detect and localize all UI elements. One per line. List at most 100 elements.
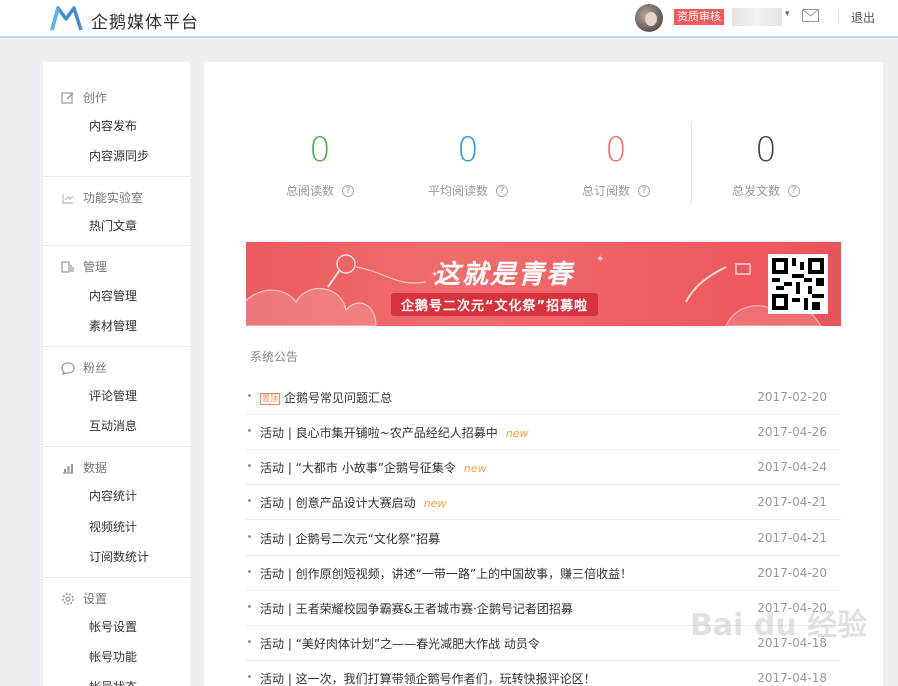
sidebar-section-create: 创作	[61, 89, 107, 106]
promo-banner[interactable]: ✦ ✦ 这就是青春 企鹅号二次元“文化祭”招募啦	[246, 242, 841, 326]
stat-value: 0	[457, 130, 479, 170]
announcement-link[interactable]: 企鹅号常见问题汇总	[284, 391, 392, 405]
sidebar-section-label: 创作	[83, 91, 108, 105]
sidebar-item-content-manage[interactable]: 内容管理	[89, 287, 137, 304]
logo-text[interactable]: 企鹅媒体平台	[91, 8, 199, 33]
sidebar: 创作 内容发布 内容源同步 功能实验室 热门文章 管理 内容管理 素材管理 粉丝…	[43, 62, 190, 686]
svg-text:✦: ✦	[596, 254, 604, 265]
stat-value: 0	[309, 130, 331, 170]
username[interactable]: ██████	[732, 8, 782, 26]
announcement-link[interactable]: 活动 | 这一次，我们打算带领企鹅号作者们，玩转快报评论区！	[260, 672, 596, 686]
sidebar-divider	[43, 176, 190, 177]
top-header: 企鹅媒体平台 资质审核 ██████ ▾ 退出	[0, 0, 898, 38]
bullet-dot	[248, 429, 251, 432]
sidebar-item-subscriber-stats[interactable]: 订阅数统计	[89, 548, 149, 565]
logout-link[interactable]: 退出	[851, 9, 875, 26]
announcement-link[interactable]: 活动 | 创意产品设计大赛启动	[260, 496, 416, 510]
announcement-text-wrap: 活动 | 创作原创短视频，讲述“一带一路”上的中国故事，赚三倍收益！	[260, 565, 632, 582]
banner-title: 这就是青春	[434, 260, 575, 290]
stat-divider	[691, 122, 692, 204]
qualification-badge[interactable]: 资质审核	[674, 9, 724, 25]
sidebar-item-hot-articles[interactable]: 热门文章	[89, 217, 137, 234]
announcement-row[interactable]: 活动 | 良心市集开铺啦~农产品经纪人招募中 new 2017-04-26	[246, 415, 841, 450]
logo-icon[interactable]	[50, 5, 83, 32]
stat-value: 0	[755, 130, 777, 170]
gear-icon	[62, 592, 74, 605]
announcement-link[interactable]: 活动 | 良心市集开铺啦~农产品经纪人招募中	[260, 426, 498, 440]
announcements-title: 系统公告	[250, 350, 299, 364]
announcement-link[interactable]: 活动 | 创作原创短视频，讲述“一带一路”上的中国故事，赚三倍收益！	[260, 567, 632, 581]
announcement-text-wrap: 活动 | 企鹅号二次元“文化祭”招募	[260, 530, 440, 547]
announcement-row[interactable]: 活动 | 企鹅号二次元“文化祭”招募 2017-04-21	[246, 521, 841, 556]
sidebar-section-settings: 设置	[61, 590, 107, 607]
announcement-date: 2017-04-26	[757, 425, 827, 439]
announcement-text-wrap: 置顶 企鹅号常见问题汇总	[260, 389, 392, 406]
lab-icon	[62, 193, 74, 204]
announcement-text-wrap: 活动 | 王者荣耀校园争霸赛&王者城市赛·企鹅号记者团招募	[260, 600, 573, 617]
bullet-dot	[248, 394, 251, 397]
announcement-date: 2017-04-21	[757, 531, 827, 545]
announcement-date: 2017-04-20	[757, 566, 827, 580]
sidebar-divider	[43, 245, 190, 246]
help-icon[interactable]: ?	[342, 184, 354, 197]
help-icon[interactable]: ?	[496, 184, 508, 197]
announcement-row[interactable]: 活动 | 创作原创短视频，讲述“一带一路”上的中国故事，赚三倍收益！ 2017-…	[246, 556, 841, 591]
qr-code	[768, 254, 828, 314]
stat-value: 0	[605, 130, 627, 170]
main-panel: 0 总阅读数 ? 0 平均阅读数 ? 0 总订阅数 ? 0 总发文数 ? ✦ ✦…	[204, 62, 883, 686]
sidebar-section-label: 功能实验室	[83, 191, 144, 205]
bullet-dot	[248, 535, 251, 538]
stat-total-reads: 0 总阅读数 ?	[250, 132, 390, 199]
sidebar-item-account-status[interactable]: 帐号状态	[89, 678, 137, 686]
bullet-dot	[248, 464, 251, 467]
sidebar-item-comments[interactable]: 评论管理	[89, 387, 137, 404]
stat-label-row: 总阅读数 ?	[250, 182, 390, 199]
sidebar-item-account-settings[interactable]: 帐号设置	[89, 618, 137, 635]
bullet-dot	[248, 675, 251, 678]
stat-label: 总阅读数	[285, 184, 334, 198]
sidebar-section-label: 粉丝	[83, 361, 108, 375]
sidebar-item-account-features[interactable]: 帐号功能	[89, 648, 137, 665]
announcement-link[interactable]: 活动 | “大都市 小故事”企鹅号征集令	[260, 461, 456, 475]
announcement-text-wrap: 活动 | 良心市集开铺啦~农产品经纪人招募中 new	[260, 424, 528, 441]
help-icon[interactable]: ?	[638, 184, 650, 197]
sidebar-item-interactions[interactable]: 互动消息	[89, 417, 137, 434]
manage-icon	[61, 260, 74, 273]
new-tag: new	[463, 462, 487, 475]
bullet-dot	[248, 499, 251, 502]
bullet-dot	[248, 570, 251, 573]
bullet-dot	[248, 605, 251, 608]
announcement-date: 2017-04-24	[757, 460, 827, 474]
sidebar-item-publish[interactable]: 内容发布	[89, 117, 137, 134]
sidebar-item-material-manage[interactable]: 素材管理	[89, 317, 137, 334]
stat-total-subs: 0 总订阅数 ?	[546, 132, 686, 199]
help-icon[interactable]: ?	[788, 184, 800, 197]
sidebar-item-content-stats[interactable]: 内容统计	[89, 487, 137, 504]
sidebar-section-data: 数据	[61, 459, 107, 476]
bullet-dot	[248, 640, 251, 643]
chevron-down-icon[interactable]: ▾	[785, 9, 790, 19]
announcement-link[interactable]: 活动 | 王者荣耀校园争霸赛&王者城市赛·企鹅号记者团招募	[260, 602, 573, 616]
stat-avg-reads: 0 平均阅读数 ?	[398, 132, 538, 199]
stat-label: 总发文数	[731, 184, 780, 198]
sidebar-section-fans: 粉丝	[61, 359, 107, 376]
mail-icon[interactable]	[802, 9, 819, 22]
edit-icon	[61, 91, 74, 104]
sidebar-section-label: 数据	[83, 461, 108, 475]
chart-icon	[63, 463, 73, 474]
sidebar-item-video-stats[interactable]: 视频统计	[89, 518, 137, 535]
chat-icon	[61, 361, 75, 375]
avatar[interactable]	[635, 4, 663, 32]
header-divider	[838, 10, 839, 24]
stat-total-posts: 0 总发文数 ?	[696, 132, 836, 199]
announcement-text-wrap: 活动 | “大都市 小故事”企鹅号征集令 new	[260, 459, 487, 476]
announcement-row[interactable]: 置顶 企鹅号常见问题汇总 2017-02-20	[246, 380, 841, 415]
announcement-link[interactable]: 活动 | “美好肉体计划”之——春光减肥大作战 动员令	[260, 637, 540, 651]
announcement-row[interactable]: 活动 | 这一次，我们打算带领企鹅号作者们，玩转快报评论区！ 2017-04-1…	[246, 661, 841, 686]
sidebar-section-label: 设置	[83, 592, 108, 606]
announcement-row[interactable]: 活动 | “大都市 小故事”企鹅号征集令 new 2017-04-24	[246, 450, 841, 485]
sidebar-item-source-sync[interactable]: 内容源同步	[89, 147, 149, 164]
sidebar-section-label: 管理	[83, 260, 108, 274]
announcement-row[interactable]: 活动 | 创意产品设计大赛启动 new 2017-04-21	[246, 485, 841, 520]
announcement-link[interactable]: 活动 | 企鹅号二次元“文化祭”招募	[260, 532, 440, 546]
